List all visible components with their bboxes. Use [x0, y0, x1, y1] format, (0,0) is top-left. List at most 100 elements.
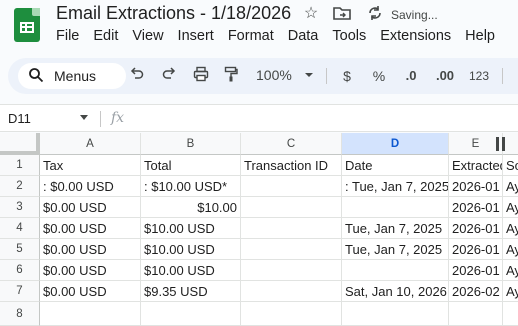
row-header-7[interactable]: 7 — [0, 281, 40, 302]
fx-icon: fx — [111, 110, 125, 126]
redo-icon[interactable] — [160, 66, 178, 86]
row-header-1[interactable]: 1 — [0, 155, 40, 176]
percent-format-button[interactable]: % — [370, 66, 388, 86]
menu-data[interactable]: Data — [288, 28, 328, 44]
cell-b4[interactable]: $10.00 USD — [141, 218, 241, 239]
cell-f5[interactable]: Ay — [503, 239, 518, 260]
cell-f2[interactable]: Ay — [503, 176, 518, 197]
cell-d5[interactable]: Tue, Jan 7, 2025 — [342, 239, 449, 260]
toolbar-divider — [502, 68, 503, 84]
move-to-folder-icon[interactable] — [333, 5, 351, 23]
cell-f4[interactable]: Ay — [503, 218, 518, 239]
number-format-button[interactable]: 123 — [468, 66, 490, 86]
column-header-f[interactable] — [503, 133, 518, 155]
cell-f7[interactable]: Ay — [503, 281, 518, 302]
cell-c7[interactable] — [241, 281, 342, 302]
cell-b6[interactable]: $10.00 USD — [141, 260, 241, 281]
cell-a7[interactable]: $0.00 USD — [40, 281, 141, 302]
sheets-logo-icon[interactable] — [14, 8, 40, 42]
cell-e4[interactable]: 2026-01 — [449, 218, 503, 239]
cell-e3[interactable]: 2026-01 — [449, 197, 503, 218]
document-title[interactable]: Email Extractions - 1/18/2026 — [56, 3, 291, 24]
cell-d1[interactable]: Date — [342, 155, 449, 176]
row-header-5[interactable]: 5 — [0, 239, 40, 260]
search-menus-label: Menus — [54, 68, 97, 84]
cell-f3[interactable]: Ay — [503, 197, 518, 218]
cell-d3[interactable] — [342, 197, 449, 218]
cell-d2[interactable]: : Tue, Jan 7, 2025 — [342, 176, 449, 197]
sync-icon — [366, 5, 384, 23]
decrease-decimal-button[interactable]: .0 — [400, 66, 422, 86]
search-icon — [28, 67, 44, 86]
column-resize-handle[interactable] — [502, 137, 505, 151]
cell-e6[interactable]: 2026-01 — [449, 260, 503, 281]
cell-c8[interactable] — [241, 302, 342, 326]
row-header-6[interactable]: 6 — [0, 260, 40, 281]
column-header-d[interactable]: D — [342, 133, 449, 155]
cell-f6[interactable]: Ay — [503, 260, 518, 281]
cell-f8[interactable] — [503, 302, 518, 326]
cell-e7[interactable]: 2026-02 — [449, 281, 503, 302]
select-all-corner[interactable] — [0, 133, 40, 155]
cell-d4[interactable]: Tue, Jan 7, 2025 — [342, 218, 449, 239]
cell-d8[interactable] — [342, 302, 449, 326]
name-box-dropdown-icon[interactable] — [80, 115, 88, 120]
row-header-2[interactable]: 2 — [0, 176, 40, 197]
row-header-4[interactable]: 4 — [0, 218, 40, 239]
currency-format-button[interactable]: $ — [338, 66, 356, 86]
cell-b2[interactable]: : $10.00 USD* — [141, 176, 241, 197]
cell-e1[interactable]: Extracted — [449, 155, 503, 176]
cell-c2[interactable] — [241, 176, 342, 197]
search-menus-button[interactable]: Menus — [18, 63, 126, 89]
cell-f1[interactable]: So — [503, 155, 518, 176]
increase-decimal-button[interactable]: .00 — [432, 66, 458, 86]
cell-c3[interactable] — [241, 197, 342, 218]
menu-extensions[interactable]: Extensions — [380, 28, 460, 44]
spreadsheet-grid: A B C D E 1 Tax Total Transaction ID Date Ext… — [0, 133, 518, 326]
paint-format-icon[interactable] — [222, 66, 240, 86]
cell-b5[interactable]: $10.00 USD — [141, 239, 241, 260]
cell-a4[interactable]: $0.00 USD — [40, 218, 141, 239]
cell-c5[interactable] — [241, 239, 342, 260]
cell-c1[interactable]: Transaction ID — [241, 155, 342, 176]
menu-insert[interactable]: Insert — [178, 28, 223, 44]
menu-tools[interactable]: Tools — [332, 28, 375, 44]
menu-view[interactable]: View — [132, 28, 172, 44]
column-header-c[interactable]: C — [241, 133, 342, 155]
row-header-3[interactable]: 3 — [0, 197, 40, 218]
column-header-e[interactable]: E — [449, 133, 503, 155]
cell-a5[interactable]: $0.00 USD — [40, 239, 141, 260]
cell-b7[interactable]: $9.35 USD — [141, 281, 241, 302]
cell-d7[interactable]: Sat, Jan 10, 2026 — [342, 281, 449, 302]
formula-bar: D11 fx — [0, 104, 518, 132]
cell-b1[interactable]: Total — [141, 155, 241, 176]
cell-a3[interactable]: $0.00 USD — [40, 197, 141, 218]
cell-a8[interactable] — [40, 302, 141, 326]
menu-help[interactable]: Help — [465, 28, 504, 44]
zoom-select[interactable]: 100% — [256, 67, 292, 83]
menu-format[interactable]: Format — [228, 28, 283, 44]
cell-a2[interactable]: : $0.00 USD — [40, 176, 141, 197]
cell-d6[interactable] — [342, 260, 449, 281]
cell-e5[interactable]: 2026-01 — [449, 239, 503, 260]
column-resize-handle[interactable] — [496, 137, 499, 151]
cell-a6[interactable]: $0.00 USD — [40, 260, 141, 281]
cell-e8[interactable] — [449, 302, 503, 326]
menu-file[interactable]: File — [56, 28, 88, 44]
cell-c4[interactable] — [241, 218, 342, 239]
row-header-8[interactable]: 8 — [0, 302, 40, 326]
name-box[interactable]: D11 — [8, 111, 31, 126]
print-icon[interactable] — [191, 66, 211, 86]
cell-a1[interactable]: Tax — [40, 155, 141, 176]
cell-b8[interactable] — [141, 302, 241, 326]
cell-e2[interactable]: 2026-01 — [449, 176, 503, 197]
undo-icon[interactable] — [128, 66, 146, 86]
menu-edit[interactable]: Edit — [93, 28, 127, 44]
star-icon[interactable]: ☆ — [302, 5, 320, 23]
column-header-a[interactable]: A — [40, 133, 141, 155]
column-header-b[interactable]: B — [141, 133, 241, 155]
cell-b3[interactable]: $10.00 — [141, 197, 241, 218]
cell-c6[interactable] — [241, 260, 342, 281]
formula-bar-divider — [100, 111, 101, 127]
dropdown-arrow-icon[interactable] — [304, 66, 314, 86]
